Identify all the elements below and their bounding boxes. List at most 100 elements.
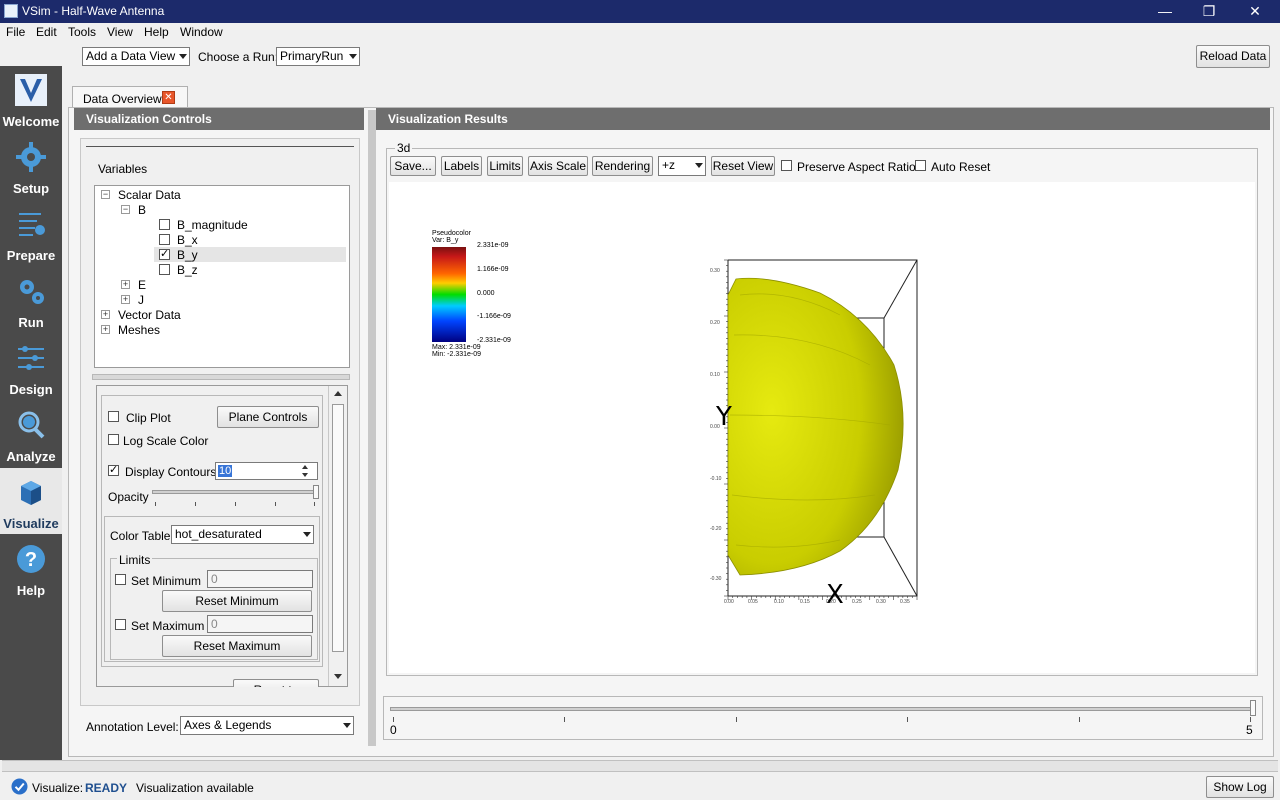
chevron-down-icon — [343, 723, 351, 728]
tree-meshes[interactable]: Meshes — [118, 323, 160, 337]
tree-j[interactable]: J — [138, 293, 144, 307]
spin-down-icon[interactable] — [302, 473, 308, 477]
preserve-aspect-checkbox[interactable] — [781, 160, 792, 171]
menu-edit[interactable]: Edit — [36, 25, 57, 39]
splitter-handle[interactable] — [92, 374, 350, 380]
app-icon — [4, 4, 18, 18]
rendering-button[interactable]: Rendering — [592, 156, 653, 176]
y-tick: 0.20 — [710, 320, 720, 326]
spin-up-icon[interactable] — [302, 465, 308, 469]
rail-label: Analyze — [6, 449, 56, 464]
rail-setup[interactable]: Setup — [0, 133, 62, 199]
rail-analyze[interactable]: Analyze — [0, 401, 62, 467]
b-y-checkbox[interactable] — [159, 247, 170, 260]
auto-reset-checkbox[interactable] — [915, 160, 926, 171]
limits-button[interactable]: Limits — [487, 156, 523, 176]
y-tick: 0.10 — [710, 372, 720, 378]
b-x-checkbox[interactable] — [159, 234, 170, 245]
display-contours-checkbox[interactable] — [108, 463, 119, 476]
tree-scalar-data[interactable]: Scalar Data — [118, 188, 181, 202]
menu-tools[interactable]: Tools — [68, 25, 96, 39]
minimize-button[interactable]: — — [1150, 2, 1180, 20]
tree-b-y[interactable]: B_y — [177, 248, 198, 262]
expand-icon[interactable]: + — [121, 295, 130, 304]
view-3d-title: 3d — [395, 141, 413, 155]
run-combo[interactable]: PrimaryRun — [276, 47, 360, 66]
labels-button[interactable]: Labels — [441, 156, 482, 176]
tree-b-magnitude[interactable]: B_magnitude — [177, 218, 248, 232]
reset-maximum-button[interactable]: Reset Maximum — [162, 635, 312, 657]
expand-icon[interactable]: + — [121, 280, 130, 289]
rail-label: Visualize — [3, 516, 59, 531]
time-slider-handle[interactable] — [1250, 700, 1256, 716]
tab-label: Data Overview — [83, 92, 162, 106]
clip-plot-checkbox[interactable] — [108, 411, 119, 422]
reload-data-button[interactable]: Reload Data — [1196, 45, 1270, 68]
show-log-button[interactable]: Show Log — [1206, 776, 1274, 798]
tree-vector-data[interactable]: Vector Data — [118, 308, 181, 322]
expand-icon[interactable]: + — [101, 310, 110, 319]
menu-file[interactable]: File — [6, 25, 25, 39]
status-bar: Visualize: READY Visualization available… — [0, 774, 1280, 800]
close-button[interactable]: ✕ — [1240, 2, 1270, 20]
axis-scale-button[interactable]: Axis Scale — [528, 156, 588, 176]
rail-help[interactable]: ? Help — [0, 535, 62, 601]
menu-help[interactable]: Help — [144, 25, 169, 39]
horizontal-scrollbar[interactable] — [2, 760, 1278, 772]
rail-design[interactable]: Design — [0, 334, 62, 400]
rail-visualize[interactable]: Visualize — [0, 468, 62, 534]
reset-defaults-button[interactable]: Reset to Defaults — [233, 679, 319, 687]
panel-splitter[interactable] — [368, 110, 376, 746]
contours-spinbox[interactable]: 10 — [215, 462, 318, 480]
annotation-level-combo[interactable]: Axes & Legends — [180, 716, 354, 735]
scroll-down-icon[interactable] — [334, 674, 342, 679]
rail-prepare[interactable]: Prepare — [0, 200, 62, 266]
tree-b-z[interactable]: B_z — [177, 263, 198, 277]
tree-b[interactable]: B — [138, 203, 146, 217]
time-slider[interactable] — [390, 707, 1256, 711]
set-maximum-checkbox[interactable] — [115, 619, 126, 630]
rail-run[interactable]: Run — [0, 267, 62, 333]
scroll-up-icon[interactable] — [334, 391, 342, 396]
opacity-slider[interactable] — [152, 490, 318, 494]
collapse-icon[interactable]: − — [121, 205, 130, 214]
data-view-combo[interactable]: Add a Data View — [82, 47, 190, 66]
menu-window[interactable]: Window — [180, 25, 223, 39]
collapse-icon[interactable]: − — [101, 190, 110, 199]
tree-b-x[interactable]: B_x — [177, 233, 198, 247]
variables-tree — [94, 185, 350, 368]
vsim-logo-icon — [15, 74, 47, 106]
variables-title: Variables — [98, 162, 148, 176]
set-minimum-checkbox[interactable] — [115, 574, 126, 585]
maximize-button[interactable]: ❐ — [1194, 2, 1224, 20]
minimum-input[interactable]: 0 — [207, 570, 313, 588]
tree-e[interactable]: E — [138, 278, 146, 292]
opacity-slider-handle[interactable] — [313, 485, 319, 499]
reset-minimum-button[interactable]: Reset Minimum — [162, 590, 312, 612]
legend-tick: 1.166e-09 — [477, 266, 509, 273]
b-z-checkbox[interactable] — [159, 264, 170, 275]
plane-controls-button[interactable]: Plane Controls — [217, 406, 319, 428]
x-tick: 0.30 — [876, 599, 886, 605]
scrollbar-thumb[interactable] — [332, 404, 344, 652]
log-scale-checkbox[interactable] — [108, 434, 119, 445]
save-button[interactable]: Save... — [390, 156, 436, 176]
color-table-combo[interactable]: hot_desaturated — [171, 525, 314, 544]
maximum-input[interactable]: 0 — [207, 615, 313, 633]
close-tab-icon[interactable]: ✕ — [162, 91, 175, 104]
tab-data-overview[interactable]: Data Overview ✕ — [72, 86, 188, 108]
results-header: Visualization Results — [376, 108, 1270, 130]
reset-defaults-clip: Reset to Defaults — [233, 679, 319, 687]
expand-icon[interactable]: + — [101, 325, 110, 334]
time-slider-min: 0 — [390, 723, 397, 737]
b-magnitude-checkbox[interactable] — [159, 219, 170, 230]
reset-view-button[interactable]: Reset View — [711, 156, 775, 176]
annotation-level-value: Axes & Legends — [184, 718, 272, 732]
rail-welcome[interactable]: Welcome — [0, 66, 62, 132]
rail-label: Welcome — [2, 114, 60, 129]
view-direction-combo[interactable]: +z — [658, 156, 706, 176]
contours-value: 10 — [218, 465, 233, 477]
menu-view[interactable]: View — [107, 25, 133, 39]
vertical-scrollbar[interactable] — [328, 386, 346, 686]
set-maximum-label: Set Maximum — [131, 619, 205, 633]
